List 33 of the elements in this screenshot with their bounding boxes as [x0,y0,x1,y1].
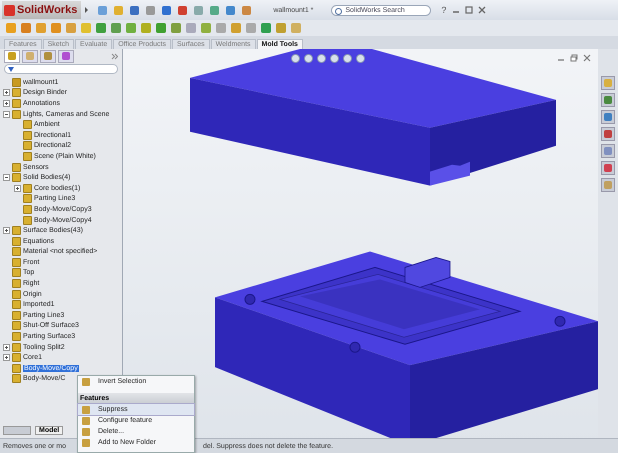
expand-icon[interactable] [3,344,10,351]
expand-icon[interactable] [3,354,10,362]
task-pane-icon[interactable] [601,144,615,158]
part-icon [12,78,21,87]
collapse-icon[interactable] [3,110,10,118]
task-pane-icon[interactable] [601,110,615,124]
close-icon[interactable] [583,54,591,62]
search-icon [335,8,342,14]
expand-icon[interactable] [3,227,10,234]
close-icon[interactable] [478,6,486,14]
expand-icon[interactable] [14,184,21,192]
task-pane-icon[interactable] [601,127,615,141]
task-pane-icon[interactable] [601,76,615,90]
task-pane-icon[interactable] [601,93,615,107]
tab-scroll-icon[interactable] [3,426,31,435]
filter-field[interactable] [4,64,118,74]
chevron-icon[interactable] [111,52,118,60]
task-pane-icon[interactable] [601,161,615,175]
help-button[interactable]: ? [441,5,446,15]
manager-tab[interactable] [4,50,20,62]
menu-arrow-icon[interactable] [85,7,88,13]
logo-icon [4,4,15,16]
manager-tab[interactable] [58,50,74,62]
app-logo: SolidWorks [2,1,82,19]
filter-icon [8,66,14,72]
manager-tab[interactable] [40,50,56,62]
manager-tab[interactable] [22,50,38,62]
expand-icon[interactable] [3,100,10,107]
task-pane-icon[interactable] [601,178,615,192]
expand-icon[interactable] [3,89,10,96]
restore-icon[interactable] [570,54,578,62]
collapse-icon[interactable] [3,174,10,182]
maximize-icon[interactable] [465,6,474,14]
